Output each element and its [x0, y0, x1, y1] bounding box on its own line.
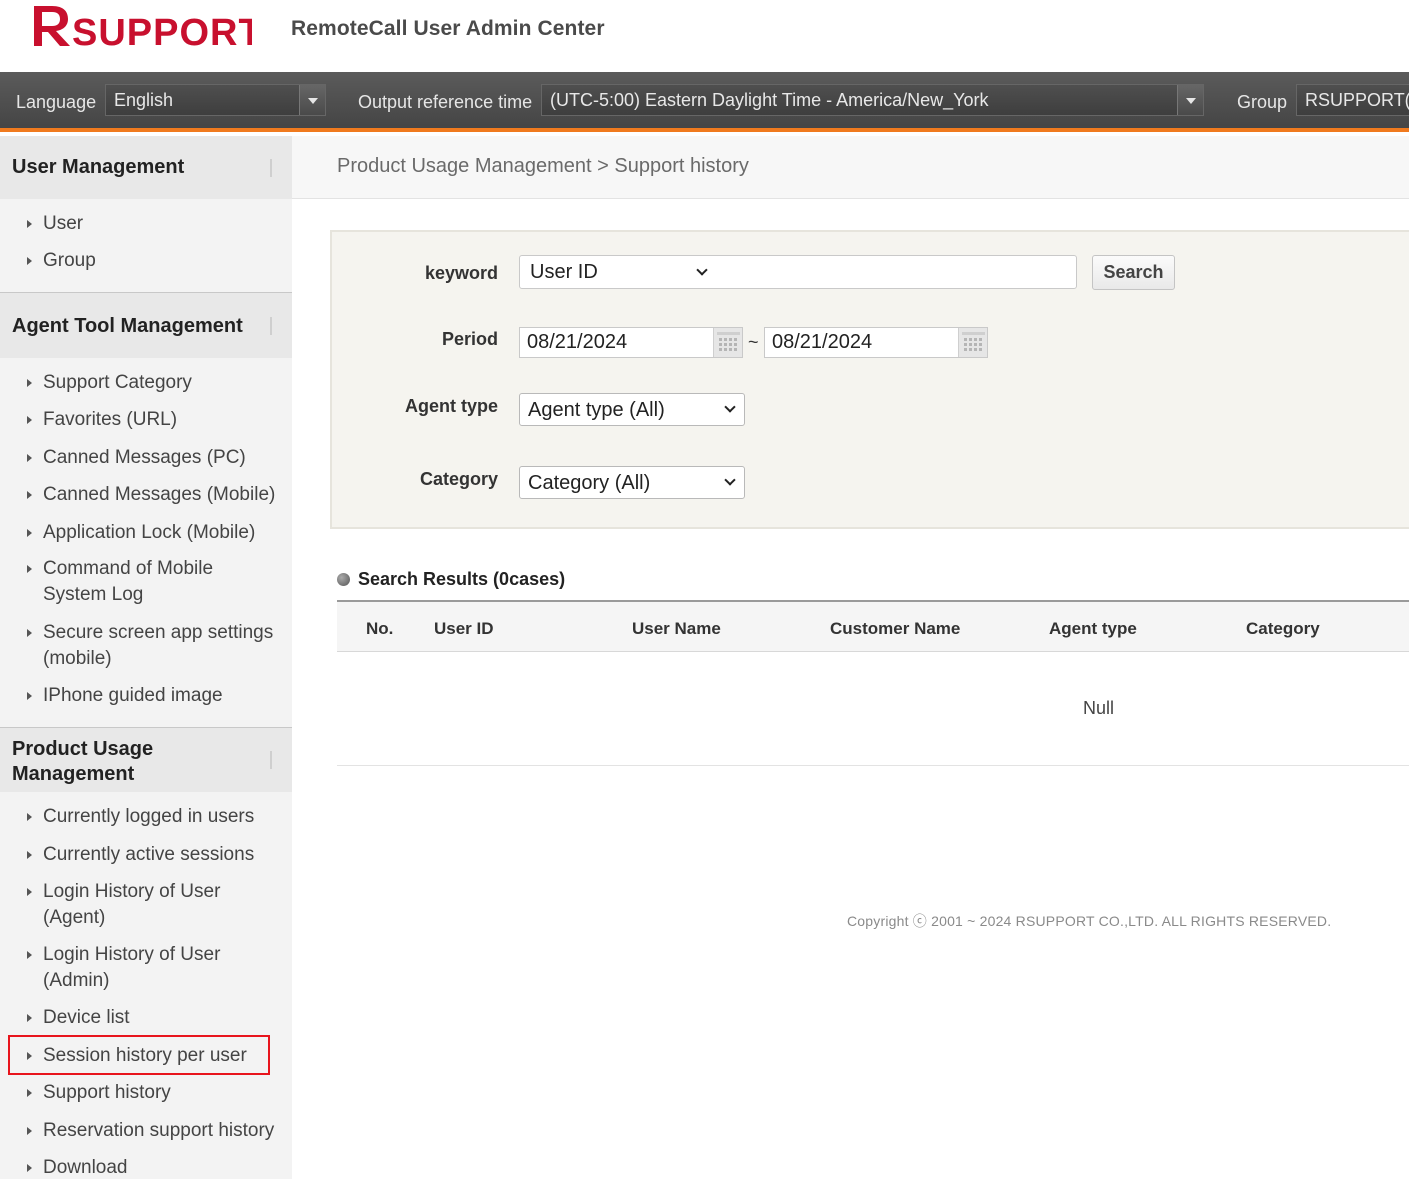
keyword-label: keyword: [424, 263, 498, 283]
caret-right-icon: [27, 257, 32, 265]
date-from-value: 08/21/2024: [527, 331, 628, 353]
caret-right-icon: [27, 416, 32, 424]
caret-right-icon: [27, 629, 32, 637]
caret-right-icon: [27, 1127, 32, 1135]
sidebar-item-support-category[interactable]: Support Category: [43, 370, 192, 396]
column-header-customer-name[interactable]: Customer Name: [830, 619, 960, 639]
sidebar-item-canned-messages-mobile[interactable]: Canned Messages (Mobile): [43, 482, 275, 508]
sidebar-item-login-history-admin[interactable]: Login History of User (Admin): [43, 942, 253, 994]
caret-right-icon: [27, 220, 32, 228]
table-bottom-border: [337, 765, 1409, 766]
empty-results-text: Null: [1083, 698, 1115, 718]
rsupport-logo[interactable]: SUPPORT: [30, 2, 262, 54]
sidebar-section-product-usage-management[interactable]: Product Usage Management: [0, 727, 292, 792]
category-value: Category (All): [528, 472, 651, 494]
chevron-down-icon: [1177, 85, 1203, 115]
caret-right-icon: [27, 1014, 32, 1022]
calendar-icon[interactable]: [958, 328, 987, 357]
chevron-down-icon: [724, 474, 736, 486]
keyword-type-value: User ID: [530, 261, 598, 283]
chevron-down-icon: [299, 85, 325, 115]
caret-right-icon: [27, 379, 32, 387]
time-label: Output reference time: [358, 92, 533, 112]
sidebar-section-agent-tool-management[interactable]: Agent Tool Management: [0, 292, 292, 358]
timezone-value: (UTC-5:00) Eastern Daylight Time - Ameri…: [550, 90, 989, 110]
chevron-down-icon: [724, 401, 736, 413]
agent-type-select[interactable]: Agent type (All): [519, 393, 745, 426]
top-toolbar: Language English Output reference time (…: [0, 72, 1409, 132]
sidebar-item-login-history-agent[interactable]: Login History of User (Agent): [43, 879, 253, 931]
period-label: Period: [441, 329, 498, 349]
sidebar-item-support-history[interactable]: Support history: [43, 1080, 171, 1106]
sidebar-item-currently-active-sessions[interactable]: Currently active sessions: [43, 842, 254, 868]
section-title: Product Usage Management: [12, 738, 154, 785]
agent-type-label: Agent type: [404, 396, 498, 416]
header: SUPPORT RemoteCall User Admin Center: [0, 0, 1409, 72]
results-table-header: No. User ID User Name Customer Name Agen…: [337, 600, 1409, 652]
copyright-text: Copyright ⓒ 2001 ~ 2024 RSUPPORT CO.,LTD…: [847, 913, 1332, 929]
keyword-field[interactable]: User ID: [519, 255, 1077, 289]
caret-right-icon: [27, 491, 32, 499]
sidebar-item-mobile-system-log[interactable]: Command of Mobile System Log: [43, 556, 263, 608]
calendar-icon[interactable]: [713, 328, 742, 357]
category-select[interactable]: Category (All): [519, 466, 745, 499]
group-value: RSUPPORT(: [1305, 90, 1409, 110]
sidebar-item-currently-logged-in[interactable]: Currently logged in users: [43, 804, 254, 830]
svg-text:SUPPORT: SUPPORT: [72, 12, 252, 52]
date-to-value: 08/21/2024: [772, 331, 873, 353]
selection-highlight: [8, 1035, 270, 1075]
chevron-down-icon: [696, 264, 708, 276]
caret-right-icon: [27, 951, 32, 959]
section-title: User Management: [12, 156, 185, 178]
date-from-field[interactable]: 08/21/2024: [519, 327, 743, 358]
breadcrumb-bar: Product Usage Management > Support histo…: [292, 136, 1409, 199]
group-label: Group: [1237, 92, 1288, 112]
bullet-icon: [337, 573, 350, 586]
divider: [270, 316, 272, 335]
column-header-user-id[interactable]: User ID: [434, 619, 494, 639]
app-title: RemoteCall User Admin Center: [291, 17, 605, 40]
section-title: Agent Tool Management: [12, 315, 243, 337]
column-header-agent-type[interactable]: Agent type: [1049, 619, 1137, 639]
category-label: Category: [419, 469, 498, 489]
sidebar-item-group[interactable]: Group: [43, 248, 96, 274]
date-to-field[interactable]: 08/21/2024: [764, 327, 988, 358]
column-header-user-name[interactable]: User Name: [632, 619, 721, 639]
caret-right-icon: [27, 529, 32, 537]
date-separator: ~: [748, 332, 759, 352]
search-button[interactable]: Search: [1092, 255, 1175, 290]
caret-right-icon: [27, 888, 32, 896]
results-title: Search Results (0cases): [358, 569, 566, 589]
agent-type-value: Agent type (All): [528, 399, 665, 421]
column-header-category[interactable]: Category: [1246, 619, 1320, 639]
sidebar-item-iphone-guided-image[interactable]: IPhone guided image: [43, 683, 223, 709]
caret-right-icon: [27, 1164, 32, 1172]
caret-right-icon: [27, 851, 32, 859]
language-value: English: [114, 90, 174, 110]
sidebar-item-device-list[interactable]: Device list: [43, 1005, 130, 1031]
timezone-select[interactable]: (UTC-5:00) Eastern Daylight Time - Ameri…: [541, 84, 1204, 116]
caret-right-icon: [27, 692, 32, 700]
breadcrumb: Product Usage Management > Support histo…: [337, 155, 749, 177]
sidebar-item-download[interactable]: Download: [43, 1155, 128, 1179]
caret-right-icon: [27, 1089, 32, 1097]
caret-right-icon: [27, 565, 32, 573]
caret-right-icon: [27, 813, 32, 821]
language-label: Language: [16, 92, 97, 112]
sidebar-item-reservation-support-history[interactable]: Reservation support history: [43, 1118, 274, 1144]
sidebar-item-favorites-url[interactable]: Favorites (URL): [43, 407, 177, 433]
sidebar-item-application-lock[interactable]: Application Lock (Mobile): [43, 520, 255, 546]
column-header-no[interactable]: No.: [366, 619, 393, 639]
sidebar-item-user[interactable]: User: [43, 211, 83, 237]
sidebar-section-user-management[interactable]: User Management: [0, 136, 292, 199]
sidebar-item-canned-messages-pc[interactable]: Canned Messages (PC): [43, 445, 246, 471]
divider: [270, 751, 272, 769]
language-select[interactable]: English: [105, 84, 326, 116]
sidebar-item-secure-screen-app[interactable]: Secure screen app settings (mobile): [43, 620, 288, 672]
group-select[interactable]: RSUPPORT(: [1296, 84, 1409, 116]
caret-right-icon: [27, 454, 32, 462]
divider: [270, 158, 272, 177]
